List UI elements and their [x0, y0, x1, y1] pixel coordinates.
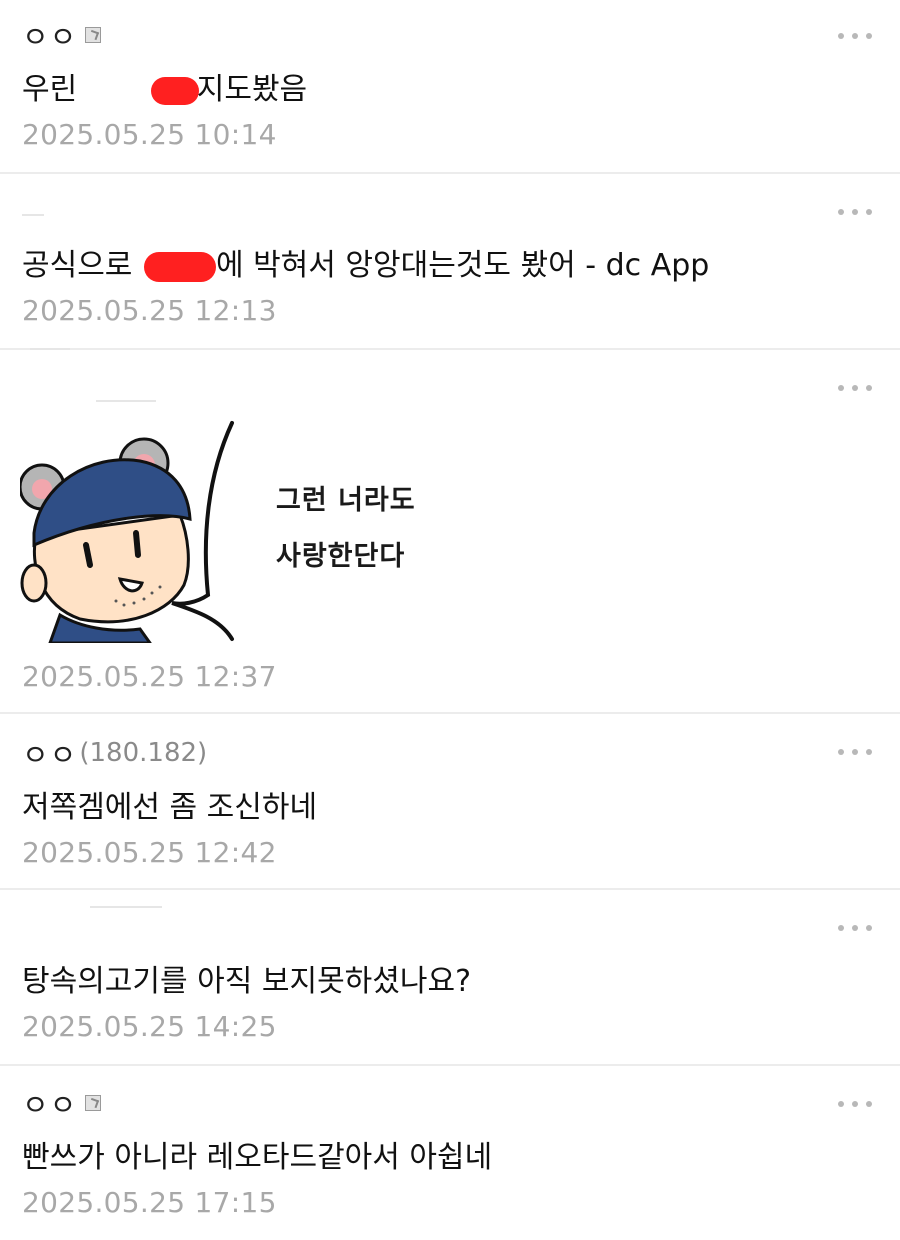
- more-options-button[interactable]: [838, 742, 872, 762]
- fixed-nick-badge-icon: [85, 27, 102, 43]
- comment-author[interactable]: ㅇㅇ: [22, 14, 102, 56]
- dot: [866, 925, 872, 931]
- comment-text: 저쪽겜에선 좀 조신하네: [22, 790, 318, 825]
- comment-text: 빤쓰가 아니라 레오타드같아서 아쉽네: [22, 1140, 493, 1175]
- sticker-text-line: 그런 너라도: [276, 485, 416, 516]
- dot: [838, 749, 844, 755]
- author-ip: (180.182): [79, 738, 208, 768]
- dccon-sticker[interactable]: [18, 415, 440, 645]
- sticker-text-line: 사랑한단다: [276, 541, 406, 572]
- dot: [852, 925, 858, 931]
- comment-text-part: 지도봤음: [196, 72, 308, 107]
- dot: [866, 33, 872, 39]
- comment-timestamp: 2025.05.25 12:13: [22, 294, 277, 327]
- comment-timestamp: 2025.05.25 12:37: [22, 660, 277, 693]
- dot: [866, 209, 872, 215]
- sticker-character-image: [18, 421, 234, 645]
- dot: [852, 33, 858, 39]
- faded-author-remnant: [96, 400, 156, 402]
- more-options-button[interactable]: [838, 26, 872, 46]
- comment-4: ㅇㅇ (180.182) 저쪽겜에선 좀 조신하네 2025.05.25 12:…: [0, 714, 900, 890]
- author-nickname: ㅇㅇ: [22, 1088, 78, 1122]
- dot: [866, 385, 872, 391]
- fixed-nick-badge-icon: [85, 1095, 102, 1111]
- comment-text: 탕속의고기를 아직 보지못하셨나요?: [22, 964, 471, 999]
- more-options-button[interactable]: [838, 918, 872, 938]
- faded-author-remnant: [30, 348, 70, 350]
- comment-timestamp: 2025.05.25 14:25: [22, 1010, 277, 1043]
- dot: [838, 33, 844, 39]
- dot: [866, 749, 872, 755]
- dot: [838, 385, 844, 391]
- comment-1: ㅇㅇ 우린 지도봤음 2025.05.25 10:14: [0, 0, 900, 174]
- comment-timestamp: 2025.05.25 12:42: [22, 836, 277, 869]
- comment-author[interactable]: ㅇㅇ: [22, 1082, 102, 1124]
- faded-author-remnant: [90, 906, 162, 908]
- dot: [852, 1101, 858, 1107]
- comment-6: ㅇㅇ 빤쓰가 아니라 레오타드같아서 아쉽네 2025.05.25 17:15: [0, 1066, 900, 1240]
- dot: [852, 749, 858, 755]
- dot: [852, 385, 858, 391]
- comment-text: 우린 지도봤음: [22, 64, 307, 108]
- dot: [838, 209, 844, 215]
- comment-timestamp: 2025.05.25 17:15: [22, 1186, 277, 1219]
- dot: [838, 1101, 844, 1107]
- author-nickname: ㅇㅇ: [22, 20, 78, 54]
- dot: [866, 1101, 872, 1107]
- faded-author-remnant: [22, 214, 44, 216]
- dot: [852, 209, 858, 215]
- more-options-button[interactable]: [838, 378, 872, 398]
- comment-text-part: 공식으로: [22, 248, 142, 283]
- comment-author[interactable]: ㅇㅇ (180.182): [22, 732, 207, 774]
- comment-text-part: 에 박혀서 앙앙대는것도 봤어 - dc App: [215, 248, 710, 283]
- dot: [838, 925, 844, 931]
- more-options-button[interactable]: [838, 202, 872, 222]
- comment-2: 공식으로 에 박혀서 앙앙대는것도 봤어 - dc App 2025.05.25…: [0, 174, 900, 350]
- redaction-mark: [150, 76, 199, 105]
- comment-text: 공식으로 에 박혀서 앙앙대는것도 봤어 - dc App: [22, 240, 709, 284]
- comment-text-part: 우린: [22, 72, 87, 107]
- comment-5: 탕속의고기를 아직 보지못하셨나요? 2025.05.25 14:25: [0, 890, 900, 1066]
- redaction-mark: [143, 251, 216, 282]
- more-options-button[interactable]: [838, 1094, 872, 1114]
- comment-timestamp: 2025.05.25 10:14: [22, 118, 277, 151]
- author-nickname: ㅇㅇ: [22, 738, 78, 772]
